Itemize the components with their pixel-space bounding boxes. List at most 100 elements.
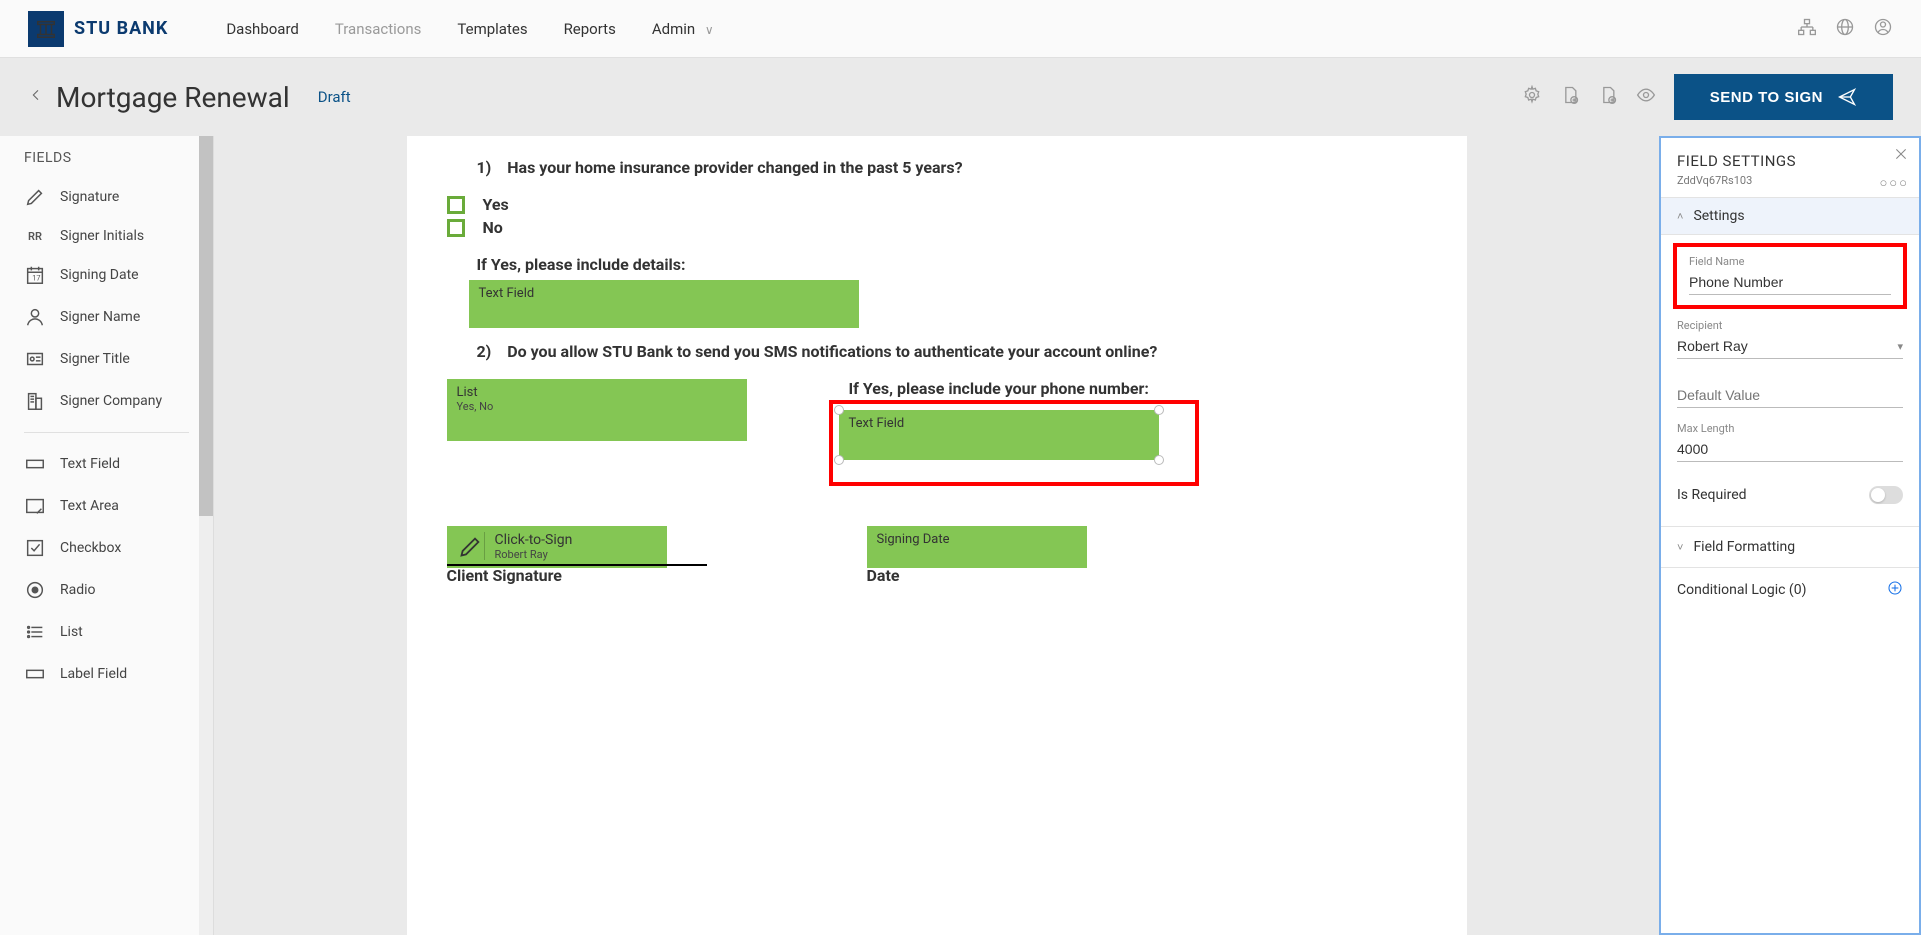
signing-date-field[interactable]: Signing Date — [867, 526, 1087, 568]
textfield-icon — [24, 453, 46, 475]
back-icon[interactable] — [28, 87, 44, 107]
resize-handle-tl[interactable] — [834, 405, 844, 415]
add-icon[interactable] — [1887, 580, 1903, 600]
is-required-label: Is Required — [1677, 487, 1747, 503]
phone-text-field[interactable]: Text Field — [839, 410, 1159, 460]
conditional-logic-section[interactable]: Conditional Logic (0) — [1661, 567, 1919, 612]
document-canvas[interactable]: 1) Has your home insurance provider chan… — [214, 136, 1659, 935]
max-length-label: Max Length — [1677, 422, 1903, 435]
nav-transactions[interactable]: Transactions — [335, 20, 422, 38]
palette-checkbox-label: Checkbox — [60, 540, 121, 556]
pen-icon — [457, 532, 485, 560]
top-nav: STU BANK Dashboard Transactions Template… — [0, 0, 1921, 58]
list-icon — [24, 621, 46, 643]
recipient-value[interactable] — [1677, 334, 1897, 358]
settings-header: FIELD SETTINGS ZddVq67Rs103 ○○○ — [1661, 138, 1919, 198]
label-icon — [24, 663, 46, 685]
sms-list-field[interactable]: List Yes, No — [447, 379, 747, 441]
user-icon[interactable] — [1873, 17, 1893, 41]
palette-signer-title[interactable]: Signer Title — [0, 338, 213, 380]
textarea-icon — [24, 495, 46, 517]
recipient-select[interactable]: ▾ — [1677, 334, 1903, 359]
signature-signer-name: Robert Ray — [495, 548, 573, 561]
details-field-label: Text Field — [479, 286, 535, 301]
q2-number: 2) — [477, 342, 492, 361]
max-length-input[interactable] — [1677, 437, 1903, 462]
globe-icon[interactable] — [1835, 17, 1855, 41]
building-icon — [24, 390, 46, 412]
palette-text-field-label: Text Field — [60, 456, 120, 472]
signature-field[interactable]: Click-to-Sign Robert Ray — [447, 526, 667, 568]
palette-signature-label: Signature — [60, 189, 119, 205]
phone-field-label: Text Field — [849, 416, 905, 431]
palette-signing-date[interactable]: 17 Signing Date — [0, 254, 213, 296]
resize-handle-bl[interactable] — [834, 455, 844, 465]
nav-reports[interactable]: Reports — [564, 20, 616, 38]
paper-plane-icon — [1837, 87, 1857, 107]
palette-scroll-thumb[interactable] — [199, 136, 213, 516]
palette-label-field[interactable]: Label Field — [0, 653, 213, 695]
q2-sub: If Yes, please include your phone number… — [849, 379, 1427, 398]
palette-text-area-label: Text Area — [60, 498, 119, 514]
field-name-input[interactable] — [1689, 270, 1891, 295]
doc-plus-icon-2[interactable] — [1598, 85, 1618, 109]
palette-label-field-label: Label Field — [60, 666, 127, 682]
palette-initials-label: Signer Initials — [60, 228, 144, 244]
palette-heading: FIELDS — [0, 144, 213, 176]
radio-icon — [24, 579, 46, 601]
nav-admin[interactable]: Admin ∨ — [652, 20, 714, 38]
checkbox-no[interactable] — [447, 219, 465, 237]
palette-signing-date-label: Signing Date — [60, 267, 139, 283]
resize-handle-tr[interactable] — [1154, 405, 1164, 415]
fields-palette: FIELDS Signature RR Signer Initials 17 S… — [0, 136, 214, 935]
option-no-row: No — [447, 218, 1427, 237]
more-icon[interactable]: ○○○ — [1879, 175, 1909, 191]
send-to-sign-button[interactable]: SEND TO SIGN — [1674, 74, 1893, 120]
close-icon[interactable] — [1893, 146, 1909, 166]
q1-text: Has your home insurance provider changed… — [507, 158, 962, 177]
default-value-input[interactable] — [1677, 383, 1903, 408]
question-2: 2) Do you allow STU Bank to send you SMS… — [477, 342, 1427, 361]
palette-signature[interactable]: Signature — [0, 176, 213, 218]
checkbox-yes[interactable] — [447, 196, 465, 214]
eye-icon[interactable] — [1636, 85, 1656, 109]
is-required-toggle[interactable] — [1869, 486, 1903, 504]
initials-abbr-icon: RR — [24, 230, 46, 243]
palette-text-field[interactable]: Text Field — [0, 443, 213, 485]
nav-templates[interactable]: Templates — [457, 20, 527, 38]
document-page: 1) Has your home insurance provider chan… — [407, 136, 1467, 935]
palette-text-area[interactable]: Text Area — [0, 485, 213, 527]
chevron-down-icon: ▾ — [1897, 340, 1903, 353]
field-name-label: Field Name — [1689, 255, 1891, 268]
palette-radio-label: Radio — [60, 582, 96, 598]
phone-field-highlight: Text Field — [829, 400, 1199, 486]
recipient-label: Recipient — [1677, 319, 1903, 332]
details-text-field[interactable]: Text Field — [469, 280, 859, 328]
palette-separator — [24, 432, 189, 433]
nav-dashboard[interactable]: Dashboard — [226, 20, 299, 38]
palette-signer-name[interactable]: Signer Name — [0, 296, 213, 338]
palette-checkbox[interactable]: Checkbox — [0, 527, 213, 569]
palette-signer-company[interactable]: Signer Company — [0, 380, 213, 422]
sitemap-icon[interactable] — [1797, 17, 1817, 41]
brand-name: STU BANK — [74, 18, 168, 39]
palette-radio[interactable]: Radio — [0, 569, 213, 611]
q2-text: Do you allow STU Bank to send you SMS no… — [507, 342, 1157, 361]
page-subheader: Mortgage Renewal Draft SEND TO SIGN — [0, 58, 1921, 136]
gear-icon[interactable] — [1522, 85, 1542, 109]
field-formatting-section[interactable]: ˅ Field Formatting — [1661, 526, 1919, 567]
settings-section-header[interactable]: ˄ Settings — [1661, 198, 1919, 235]
resize-handle-br[interactable] — [1154, 455, 1164, 465]
settings-title: FIELD SETTINGS — [1677, 152, 1903, 170]
field-formatting-label: Field Formatting — [1693, 539, 1795, 555]
palette-initials[interactable]: RR Signer Initials — [0, 218, 213, 254]
chevron-down-icon: ∨ — [705, 23, 714, 37]
palette-scrollbar[interactable] — [199, 136, 213, 935]
conditional-logic-label: Conditional Logic (0) — [1677, 582, 1806, 598]
settings-section-label: Settings — [1693, 208, 1744, 224]
page-title: Mortgage Renewal — [56, 81, 290, 114]
palette-signer-title-label: Signer Title — [60, 351, 130, 367]
palette-list[interactable]: List — [0, 611, 213, 653]
client-signature-label: Client Signature — [447, 566, 707, 585]
doc-plus-icon[interactable] — [1560, 85, 1580, 109]
